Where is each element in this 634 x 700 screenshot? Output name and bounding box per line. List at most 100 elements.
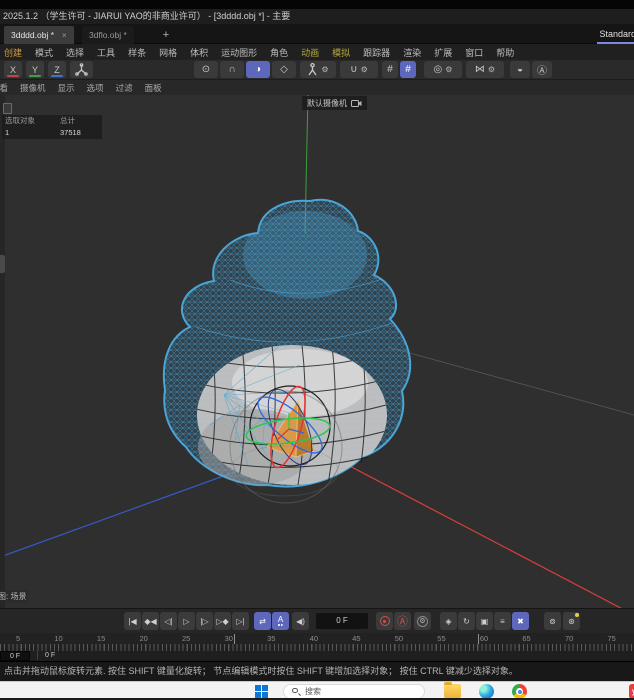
camera-label-text: 默认摄像机 (307, 98, 347, 108)
windows-start-button[interactable] (255, 685, 268, 698)
coordinate-system-button[interactable] (70, 61, 93, 78)
camera-icon (351, 99, 362, 107)
viewport-menu-view[interactable]: 查看 (0, 82, 8, 94)
new-tab-button[interactable]: + (158, 26, 174, 44)
youdao-dict-icon[interactable]: yd (629, 684, 634, 698)
previous-key-button[interactable]: ◆◀ (142, 612, 159, 630)
tab-close-icon[interactable]: × (62, 31, 67, 40)
horizon-guide-line (387, 346, 634, 416)
viewport-menu-options[interactable]: 选项 (87, 82, 104, 94)
dome-light-button[interactable]: ◒ (510, 61, 530, 78)
menu-select[interactable]: 选择 (66, 46, 84, 59)
menu-mesh[interactable]: 网格 (159, 46, 177, 59)
loop-playback-button[interactable]: ⇄ (254, 612, 271, 630)
viewport-menu-panel[interactable]: 面板 (145, 82, 162, 94)
next-key-button[interactable]: ▷◆ (214, 612, 231, 630)
menu-tracker[interactable]: 跟踪器 (363, 46, 390, 59)
goto-start-button[interactable]: |◀ (124, 612, 141, 630)
record-icon (379, 616, 390, 626)
dome-icon: ◒ (516, 64, 524, 75)
sound-button[interactable]: ◀) (292, 612, 309, 630)
windows-taskbar: 搜索 yd (0, 681, 634, 698)
menu-animate[interactable]: 动画 (301, 46, 319, 59)
axis-y-button[interactable]: Y (26, 61, 44, 78)
menu-window[interactable]: 窗口 (465, 46, 483, 59)
viewport-menu-bar: 查看 摄像机 显示 选项 过滤 面板 (0, 80, 634, 95)
viewport-menu-display[interactable]: 显示 (58, 82, 75, 94)
viewport-menu-cameras[interactable]: 摄像机 (20, 82, 46, 94)
grid-icon: # (387, 64, 393, 75)
grid-toggle-button[interactable]: # (382, 61, 398, 78)
goto-end-button[interactable]: ▷| (232, 612, 249, 630)
range-ticks (0, 648, 634, 651)
search-icon (292, 687, 301, 696)
circled-a-icon: Ⓐ (537, 66, 547, 77)
menu-create[interactable]: 创建 (4, 46, 22, 59)
menu-volume[interactable]: 体积 (190, 46, 208, 59)
quantize-grid-button[interactable]: # (400, 61, 416, 78)
layout-selector[interactable]: Standard (597, 26, 634, 44)
tab-label: 3dflo.obj * (89, 30, 127, 40)
timeline-range-bar[interactable]: 0 F 0 F (0, 648, 634, 661)
keying-presets-button[interactable]: ⊛ (563, 612, 580, 630)
next-frame-button[interactable]: |▷ (196, 612, 213, 630)
pen-circle-icon: ⊛ (568, 616, 575, 626)
file-explorer-icon[interactable] (444, 682, 461, 698)
camera-label[interactable]: 默认摄像机 (302, 96, 367, 110)
menu-character[interactable]: 角色 (270, 46, 288, 59)
solo-icon: ⊚ (549, 616, 556, 626)
menu-help[interactable]: 帮助 (496, 46, 514, 59)
panel-handle[interactable] (0, 255, 5, 273)
tab-3dddd[interactable]: 3dddd.obj * × (4, 26, 74, 44)
keyframe-selection-button[interactable]: ⚙ (414, 612, 431, 630)
document-tab-bar: 3dddd.obj * × 3dflo.obj * + Standard (0, 24, 634, 44)
taskbar-search-box[interactable]: 搜索 (283, 684, 425, 698)
autokey-button[interactable]: Ⓐ (394, 612, 411, 630)
shading-mode-wireframe-button[interactable]: ◇ (272, 61, 296, 78)
loop-icon: ⇄ (259, 616, 266, 626)
shading-mode-gouraud-button[interactable]: ⊙ (194, 61, 218, 78)
modeling-settings-button[interactable]: ◎ ⚙ (424, 61, 462, 78)
chrome-browser-icon[interactable] (512, 684, 527, 698)
play-button[interactable]: ▷ (178, 612, 195, 630)
timeline-ruler[interactable]: 5 10 15 20 25 30 35 40 45 50 55 60 65 70 75 (0, 633, 634, 648)
record-position-button[interactable]: ◈ (440, 612, 457, 630)
record-scale-button[interactable]: ▣ (476, 612, 493, 630)
character-tools-button[interactable]: ⚙ (300, 61, 336, 78)
symmetry-button[interactable]: ⋈ ⚙ (466, 61, 504, 78)
menu-render[interactable]: 渲染 (403, 46, 421, 59)
shading-mode-quick-button[interactable]: ∩ (220, 61, 244, 78)
animation-toolbar: |◀ ◆◀ ◁| ▷ |▷ ▷◆ ▷| ⇄ A ◀) 0 F Ⓐ ⚙ ◈ ↻ ▣… (0, 608, 634, 633)
shading-mode-lines-button[interactable]: ◑ (246, 61, 270, 78)
menu-tools[interactable]: 工具 (97, 46, 115, 59)
menu-spline[interactable]: 样条 (128, 46, 146, 59)
record-parameter-button[interactable]: ≡ (494, 612, 511, 630)
snap-magnet-icon: ∪ (350, 64, 358, 75)
viewport-menu-filter[interactable]: 过滤 (116, 82, 133, 94)
toolbar: X Y Z ⊙ ∩ ◑ ◇ ⚙ ∪ ⚙ # # ◎ ⚙ ⋈ ⚙ ◒ Ⓐ (0, 60, 634, 80)
axis-z-button[interactable]: Z (48, 61, 66, 78)
previous-frame-button[interactable]: ◁| (160, 612, 177, 630)
auto-mode-button[interactable]: Ⓐ (532, 61, 552, 78)
key-settings-icon: ⚙ (417, 615, 428, 627)
viewport-3d[interactable]: 选取对象 总计 1 37518 默认摄像机 图: 场景 (0, 95, 634, 608)
previous-frame-icon: ◁| (164, 616, 173, 626)
record-rotation-button[interactable]: ↻ (458, 612, 475, 630)
wire-cube-icon: ◇ (280, 64, 288, 75)
current-frame-field[interactable]: 0 F (316, 613, 368, 629)
record-keyframe-button[interactable] (376, 612, 393, 630)
record-pla-button[interactable]: ✖ (512, 612, 529, 630)
menu-simulate[interactable]: 模拟 (332, 46, 350, 59)
solo-mode-button[interactable]: ⊚ (544, 612, 561, 630)
snap-settings-button[interactable]: ∪ ⚙ (340, 61, 378, 78)
menu-mograph[interactable]: 运动图形 (221, 46, 257, 59)
ruler-marker-30 (234, 634, 235, 644)
axis-z-label: Z (54, 64, 60, 75)
edge-browser-icon[interactable] (479, 684, 494, 698)
axis-x-button[interactable]: X (4, 61, 22, 78)
menu-mode[interactable]: 模式 (35, 46, 53, 59)
menu-extensions[interactable]: 扩展 (434, 46, 452, 59)
tab-3dflo[interactable]: 3dflo.obj * (82, 26, 134, 44)
range-start-field[interactable]: 0 F (0, 651, 30, 661)
play-mode-button[interactable]: A (272, 612, 289, 630)
